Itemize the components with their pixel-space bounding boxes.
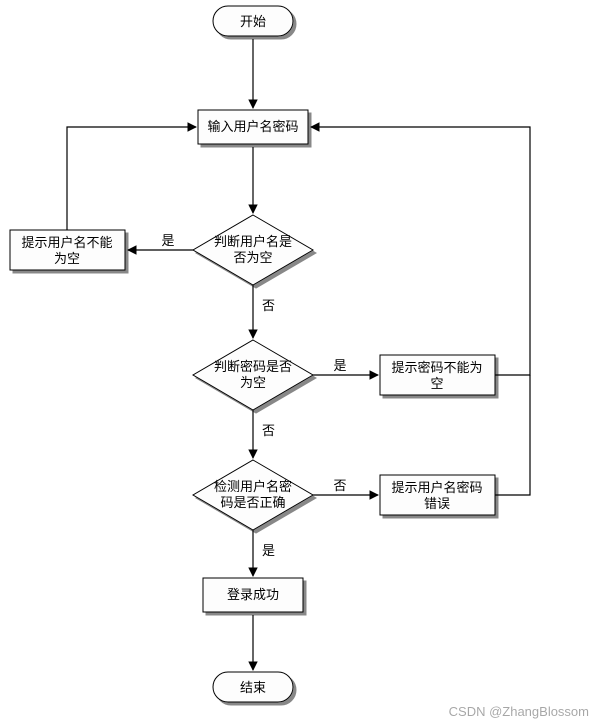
edge-tipwrong-up [495,375,530,495]
edge-tipuser-input [67,127,196,230]
node-check-correct-l2: 码是否正确 [220,495,285,510]
label-d2-no: 否 [262,423,275,438]
label-d1-yes: 是 [161,233,174,248]
label-d3-yes: 是 [262,543,275,558]
node-tip-pwd-empty-l1: 提示密码不能为 [391,360,482,375]
label-d3-no: 否 [333,478,346,493]
node-tip-wrong-l1: 提示用户名密码 [391,480,482,495]
node-tip-wrong-l2: 错误 [424,496,450,511]
node-tip-user-empty-l2: 为空 [54,251,80,266]
node-input-label: 输入用户名密码 [207,119,298,134]
node-check-pwd-empty-l1: 判断密码是否 [214,359,292,374]
node-login-ok-label: 登录成功 [227,587,279,602]
node-start-label: 开始 [240,14,266,29]
label-d1-no: 否 [262,298,275,313]
node-tip-user-empty-l1: 提示用户名不能 [21,235,112,250]
node-check-user-empty-l2: 否为空 [233,250,272,265]
node-check-correct-l1: 检测用户名密 [214,479,292,494]
label-d2-yes: 是 [333,358,346,373]
edge-tippwd-input [311,127,530,375]
node-check-user-empty-l1: 判断用户名是 [214,234,292,249]
node-end-label: 结束 [240,680,266,695]
node-check-pwd-empty-l2: 为空 [240,375,266,390]
node-tip-pwd-empty-l2: 空 [430,376,443,391]
